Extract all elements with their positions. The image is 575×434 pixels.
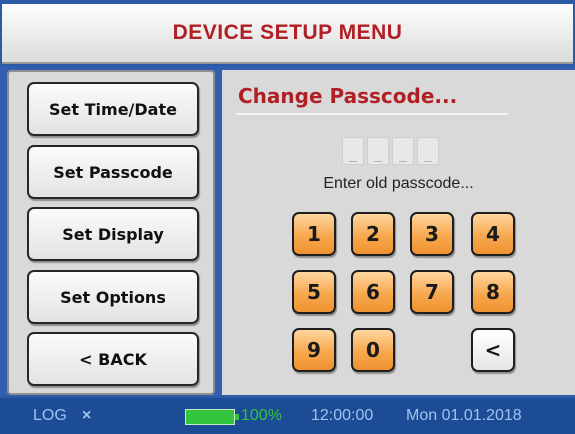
key-7[interactable]: 7 xyxy=(410,270,454,314)
page-title: DEVICE SETUP MENU xyxy=(172,21,403,44)
set-display-button[interactable]: Set Display xyxy=(27,207,199,261)
passcode-slot: _ xyxy=(367,137,389,165)
key-4[interactable]: 4 xyxy=(471,212,515,256)
section-title: Change Passcode... xyxy=(238,84,458,108)
passcode-slot: _ xyxy=(392,137,414,165)
device-screen: DEVICE SETUP MENU Set Time/Date Set Pass… xyxy=(0,0,575,434)
key-3[interactable]: 3 xyxy=(410,212,454,256)
key-6[interactable]: 6 xyxy=(351,270,395,314)
passcode-slot: _ xyxy=(342,137,364,165)
log-label: LOG xyxy=(33,407,67,424)
backspace-key[interactable]: < xyxy=(471,328,515,372)
battery-percent: 100% xyxy=(241,407,282,424)
key-1[interactable]: 1 xyxy=(292,212,336,256)
battery-tip xyxy=(235,414,239,420)
key-8[interactable]: 8 xyxy=(471,270,515,314)
log-close-icon[interactable]: × xyxy=(82,407,91,425)
key-2[interactable]: 2 xyxy=(351,212,395,256)
set-time-date-button[interactable]: Set Time/Date xyxy=(27,82,199,136)
passcode-display: _ _ _ _ xyxy=(342,137,439,165)
passcode-slot: _ xyxy=(417,137,439,165)
back-button[interactable]: < BACK xyxy=(27,332,199,386)
set-options-button[interactable]: Set Options xyxy=(27,270,199,324)
body-area: Set Time/Date Set Passcode Set Display S… xyxy=(0,66,575,396)
change-passcode-panel: Change Passcode... _ _ _ _ Enter old pas… xyxy=(222,70,575,395)
setup-menu-panel: Set Time/Date Set Passcode Set Display S… xyxy=(7,70,215,395)
passcode-prompt: Enter old passcode... xyxy=(323,175,474,192)
status-bar: LOG × 100% 12:00:00 Mon 01.01.2018 xyxy=(0,398,575,434)
title-divider xyxy=(236,113,508,115)
key-5[interactable]: 5 xyxy=(292,270,336,314)
title-bar: DEVICE SETUP MENU xyxy=(2,4,573,64)
set-passcode-button[interactable]: Set Passcode xyxy=(27,145,199,199)
key-0[interactable]: 0 xyxy=(351,328,395,372)
battery-icon xyxy=(185,409,235,425)
clock-date: Mon 01.01.2018 xyxy=(406,407,522,424)
key-9[interactable]: 9 xyxy=(292,328,336,372)
clock-time: 12:00:00 xyxy=(311,407,374,424)
